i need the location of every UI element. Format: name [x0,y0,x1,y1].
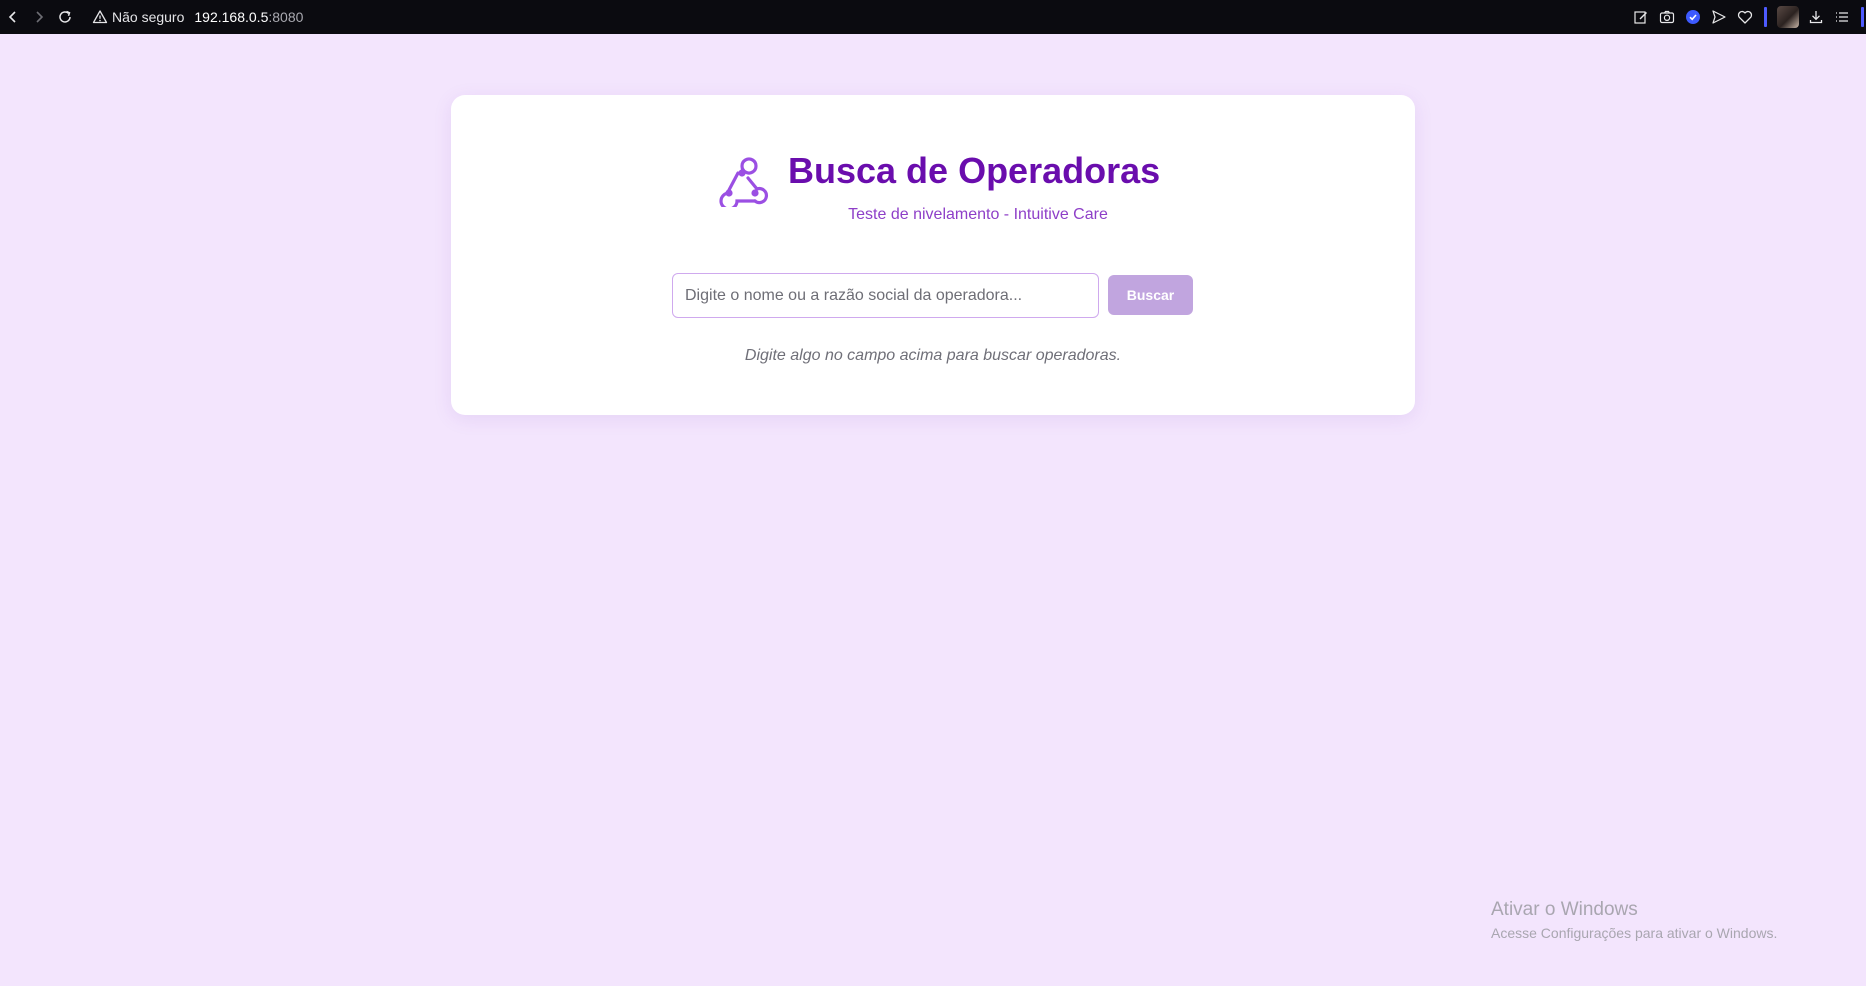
edit-icon [1634,11,1647,24]
reload-icon [59,10,71,23]
sidebar-edge [1861,7,1864,27]
menu-button[interactable] [1829,0,1855,34]
search-input[interactable] [672,273,1099,318]
activation-subtitle: Acesse Configurações para ativar o Windo… [1491,925,1778,941]
empty-state-message: Digite algo no campo acima para buscar o… [744,347,1122,364]
search-button[interactable]: Buscar [1108,275,1193,315]
edit-button[interactable] [1628,0,1654,34]
activation-title: Ativar o Windows [1491,899,1638,920]
warning-icon [92,9,108,25]
back-button[interactable] [0,0,26,34]
send-icon [1712,10,1726,24]
menu-icon [1836,12,1848,22]
screenshot-button[interactable] [1654,0,1680,34]
camera-icon [1659,10,1675,24]
forward-icon [36,11,44,23]
windows-activation-watermark: Ativar o Windows Acesse Configurações pa… [1491,898,1777,942]
downloads-button[interactable] [1803,0,1829,34]
address-bar[interactable]: Não seguro 192.168.0.5 :8080 [92,0,303,34]
shield-icon [1686,10,1700,24]
download-icon [1809,11,1823,24]
vpn-button[interactable] [1680,0,1706,34]
security-label: Não seguro [112,9,185,25]
browser-toolbar: Não seguro 192.168.0.5 :8080 [0,0,1866,34]
url-port: :8080 [268,9,304,25]
search-card: Busca de Operadoras Teste de nivelamento… [451,95,1415,415]
send-button[interactable] [1706,0,1732,34]
page-subtitle: Teste de nivelamento - Intuitive Care [848,206,1108,223]
page-title: Busca de Operadoras [788,150,1161,191]
favorites-button[interactable] [1732,0,1758,34]
heart-icon [1737,10,1753,24]
toolbar-actions [1628,0,1866,34]
toolbar-divider [1764,7,1767,27]
avatar[interactable] [1777,6,1799,28]
back-icon [8,11,16,23]
page-header: Busca de Operadoras [451,149,1415,209]
url-host: 192.168.0.5 [194,9,269,25]
webhook-icon [719,157,768,207]
forward-button[interactable] [26,0,52,34]
reload-button[interactable] [52,0,78,34]
